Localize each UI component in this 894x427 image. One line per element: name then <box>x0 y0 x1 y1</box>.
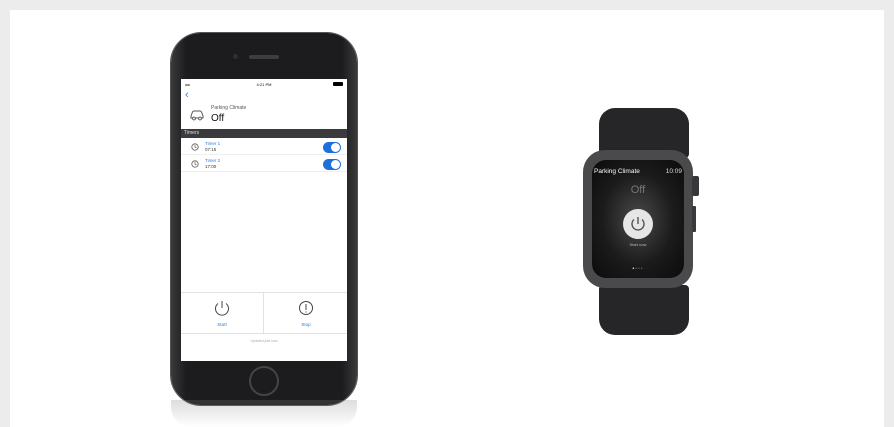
timer-toggle[interactable] <box>323 142 341 153</box>
phone-reflection <box>171 400 357 427</box>
side-button[interactable] <box>692 206 696 232</box>
earpiece-speaker <box>249 55 279 59</box>
status-bar: ••••• 4:21 PM <box>181 79 347 89</box>
stop-label: Stop <box>301 322 311 327</box>
parking-climate-status: Off <box>211 113 225 124</box>
timer-time: 17:00 <box>205 164 217 169</box>
toggle-knob <box>331 160 340 169</box>
front-camera <box>233 54 238 59</box>
watch-start-button[interactable] <box>623 209 653 239</box>
watch-band-bottom <box>599 285 689 335</box>
chevron-left-icon[interactable]: ‹ <box>185 89 195 101</box>
toggle-knob <box>331 143 340 152</box>
timer-time: 07:15 <box>205 147 217 152</box>
clock-icon <box>191 143 199 151</box>
watch-status: Off <box>630 184 646 196</box>
digital-crown[interactable] <box>692 176 699 196</box>
home-button[interactable] <box>249 366 279 396</box>
watch-screen: Parking Climate 10:09 Off Start now •••• <box>592 160 684 278</box>
clock-icon <box>191 160 199 168</box>
page-dot: • <box>640 266 644 272</box>
watch-time: 10:09 <box>665 168 682 175</box>
start-label: Start <box>217 322 227 327</box>
stop-button[interactable]: Stop <box>265 293 347 333</box>
battery-icon <box>333 82 343 86</box>
watch-start-label: Start now <box>629 242 647 247</box>
timers-section-header: Timers <box>181 129 347 138</box>
stop-icon <box>299 301 313 315</box>
update-status: Updated just now <box>250 339 278 343</box>
timer-row[interactable]: Timer 2 17:00 <box>181 156 347 172</box>
timer-name: Timer 1 <box>205 141 221 146</box>
iphone-device: ••••• 4:21 PM ‹ Parking Climate Off Time… <box>171 33 357 405</box>
canvas <box>10 10 884 427</box>
parking-climate-header: Parking Climate Off <box>181 101 347 131</box>
parking-climate-title: Parking Climate <box>211 105 247 111</box>
page-indicator: •••• <box>592 266 684 272</box>
phone-screen: ••••• 4:21 PM ‹ Parking Climate Off Time… <box>181 79 347 361</box>
power-icon <box>215 301 229 316</box>
watch-title: Parking Climate <box>594 168 640 175</box>
action-divider <box>263 293 264 333</box>
status-time: 4:21 PM <box>256 82 272 87</box>
timer-toggle[interactable] <box>323 159 341 170</box>
power-icon <box>631 217 645 231</box>
action-bar: Start Stop <box>181 292 347 334</box>
car-icon <box>190 110 204 121</box>
timer-name: Timer 2 <box>205 158 221 163</box>
start-button[interactable]: Start <box>181 293 263 333</box>
timer-row[interactable]: Timer 1 07:15 <box>181 139 347 155</box>
